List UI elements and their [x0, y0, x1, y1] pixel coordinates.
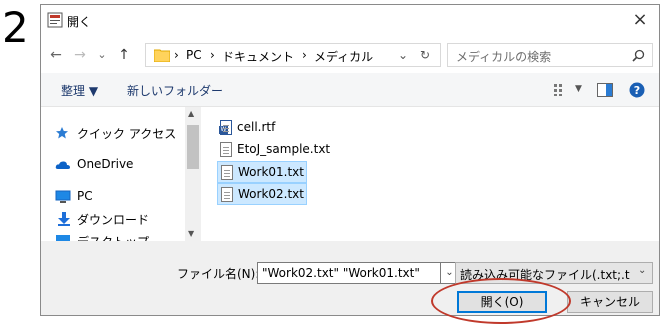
file-item-work01[interactable]: Work01.txt — [217, 161, 307, 183]
file-name: EtoJ_sample.txt — [237, 142, 331, 156]
view-options-icon[interactable] — [553, 83, 569, 97]
chevron-down-icon: ⌄ — [638, 265, 647, 276]
nav-label-downloads: ダウンロード — [77, 213, 150, 227]
command-toolbar: 整理 ▼ 新しいフォルダー ▼ ? — [41, 73, 659, 107]
file-item-etoj-sample[interactable]: EtoJ_sample.txt — [217, 139, 337, 161]
back-button[interactable]: ← — [47, 45, 65, 65]
text-file-icon — [221, 187, 233, 202]
new-folder-button[interactable]: 新しいフォルダー — [127, 82, 223, 99]
recent-locations-button[interactable]: ⌄ — [93, 45, 111, 65]
file-list: W cell.rtf EtoJ_sample.txt Work01.txt Wo… — [217, 107, 657, 241]
address-bar[interactable]: › PC › ドキュメント › メディカル ⌄ ↻ — [145, 43, 441, 67]
breadcrumb-documents[interactable]: ドキュメント — [222, 48, 294, 65]
open-file-dialog: 開く × ← → ⌄ ↑ › PC › ドキュメント › メディカル ⌄ ↻ メ… — [40, 4, 660, 316]
app-icon — [47, 12, 63, 28]
file-item-work02[interactable]: Work02.txt — [217, 183, 307, 205]
help-icon[interactable]: ? — [629, 82, 645, 98]
filename-label: ファイル名(N): — [177, 267, 260, 281]
breadcrumb-medical[interactable]: メディカル — [314, 48, 373, 65]
search-icon[interactable] — [632, 49, 645, 62]
forward-button[interactable]: → — [71, 45, 89, 65]
rtf-file-icon: W — [219, 120, 232, 135]
search-placeholder: メディカルの検索 — [456, 50, 552, 64]
text-file-icon — [220, 142, 232, 157]
scroll-up-icon[interactable]: ▲ — [188, 109, 194, 118]
breadcrumb-separator: › — [210, 48, 215, 62]
filename-value: "Work02.txt" "Work01.txt" — [262, 266, 420, 280]
preview-pane-icon[interactable] — [597, 83, 613, 97]
computer-icon — [55, 190, 71, 203]
star-icon — [56, 127, 68, 139]
breadcrumb-separator: › — [174, 48, 179, 62]
file-item-cell-rtf[interactable]: W cell.rtf — [217, 117, 287, 139]
file-name: Work01.txt — [238, 165, 304, 179]
address-dropdown-icon[interactable]: ⌄ — [398, 48, 408, 62]
nav-label-desktop: デスクトップ — [77, 233, 149, 241]
navigation-pane: クイック アクセス OneDrive PC ダウンロード — [41, 107, 201, 241]
folder-icon — [154, 49, 170, 62]
window-title: 開く — [67, 15, 92, 29]
cancel-button[interactable]: キャンセル — [567, 291, 653, 313]
step-number: 2 — [2, 3, 29, 52]
breadcrumb-pc[interactable]: PC — [186, 48, 202, 62]
svg-text:?: ? — [634, 84, 640, 97]
scrollbar-thumb[interactable] — [187, 125, 199, 169]
nav-scrollbar[interactable]: ▲ ▼ — [185, 107, 201, 241]
file-name: cell.rtf — [237, 120, 276, 134]
nav-label-pc: PC — [77, 189, 93, 203]
breadcrumb-separator: › — [302, 48, 307, 62]
scroll-down-icon[interactable]: ▼ — [188, 229, 194, 238]
download-icon — [58, 212, 70, 226]
text-file-icon — [221, 165, 233, 180]
up-button[interactable]: ↑ — [115, 45, 133, 65]
search-box[interactable]: メディカルの検索 — [447, 43, 653, 67]
cloud-icon — [55, 161, 70, 169]
view-dropdown-icon[interactable]: ▼ — [575, 84, 582, 94]
desktop-icon — [56, 235, 70, 241]
nav-label-quick-access: クイック アクセス — [77, 127, 177, 141]
refresh-icon[interactable]: ↻ — [420, 48, 430, 62]
title-bar: 開く × — [41, 5, 659, 37]
file-name: Work02.txt — [238, 187, 304, 201]
close-button[interactable]: × — [627, 8, 653, 32]
filename-input[interactable]: "Work02.txt" "Work01.txt" — [257, 262, 441, 284]
nav-label-onedrive: OneDrive — [77, 157, 134, 171]
annotation-highlight — [431, 278, 571, 324]
organize-button[interactable]: 整理 ▼ — [61, 82, 98, 99]
